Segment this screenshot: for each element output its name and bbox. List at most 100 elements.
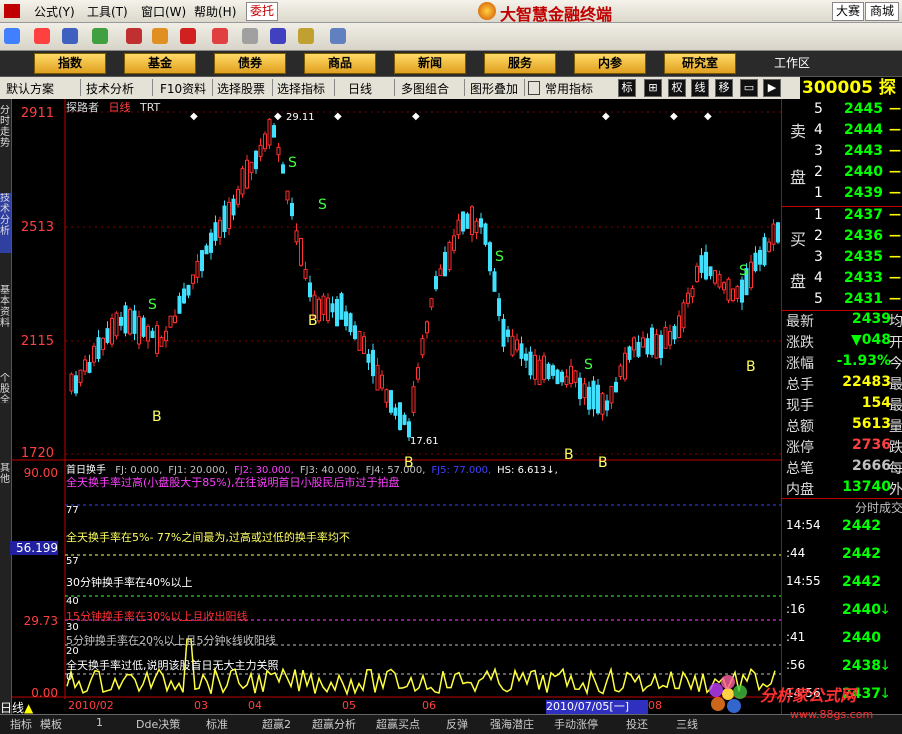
help-icon[interactable] bbox=[330, 28, 346, 44]
ind-axis-top: 90.00 bbox=[23, 466, 58, 480]
bid-row[interactable]: 3 2435 — bbox=[782, 249, 902, 270]
top-event-marker: ◆ bbox=[412, 111, 420, 122]
fb-multi-chart[interactable]: 多图组合 bbox=[401, 80, 449, 97]
bottom-tab[interactable]: 指标 bbox=[10, 716, 32, 732]
candle-body bbox=[308, 282, 312, 298]
ticks-header[interactable]: 分时成交 bbox=[782, 498, 902, 517]
quote-row: 总笔 2666 每 bbox=[786, 458, 902, 477]
candle-body bbox=[294, 230, 299, 243]
bottom-tab[interactable]: 1 bbox=[96, 716, 103, 729]
nav-commodity-button[interactable]: 商品 bbox=[304, 53, 376, 74]
fb-default-scheme[interactable]: 默认方案 bbox=[6, 80, 54, 97]
ltab-panorama[interactable]: 个股全景 bbox=[0, 373, 11, 403]
bottom-tab[interactable]: 投还 bbox=[626, 716, 648, 732]
bottom-tab[interactable]: 标准 bbox=[206, 716, 228, 732]
buy-signal-marker: B bbox=[152, 409, 162, 425]
candle-body bbox=[92, 345, 96, 363]
window-icon[interactable] bbox=[270, 28, 286, 44]
candle-body bbox=[623, 352, 627, 380]
binoculars-icon[interactable] bbox=[62, 28, 78, 44]
chart-icon[interactable] bbox=[34, 28, 50, 44]
ltab-other[interactable]: 其他 bbox=[0, 463, 11, 493]
bottom-tab[interactable]: 强海潜庄 bbox=[490, 716, 534, 732]
menu-formula[interactable]: 公式(Y) bbox=[34, 3, 75, 20]
candle-body bbox=[429, 298, 434, 308]
fb-overlay[interactable]: 图形叠加 bbox=[470, 80, 518, 97]
nav-news-button[interactable]: 新闻 bbox=[394, 53, 466, 74]
nav-fund-button[interactable]: 基金 bbox=[124, 53, 196, 74]
ob-level: 2 bbox=[814, 164, 823, 180]
bid-row[interactable]: 1 2437 — bbox=[782, 207, 902, 228]
ob-volume-bar: — bbox=[889, 249, 901, 263]
nav-insider-button[interactable]: 内参 bbox=[574, 53, 646, 74]
candle-body bbox=[492, 271, 497, 292]
bottom-tab[interactable]: 手动涨停 bbox=[554, 716, 598, 732]
move-icon[interactable]: 移 bbox=[715, 79, 733, 97]
candle-body bbox=[497, 298, 501, 317]
fb-tech-analysis[interactable]: 技术分析 bbox=[86, 80, 134, 97]
alert-icon[interactable] bbox=[126, 28, 142, 44]
tick-row: :44 2442 bbox=[786, 546, 881, 562]
tick-row: 14:55 2442 bbox=[786, 574, 881, 590]
menu-window[interactable]: 窗口(W) bbox=[141, 3, 186, 20]
pen-icon[interactable] bbox=[92, 28, 108, 44]
bottom-tab[interactable]: Dde决策 bbox=[136, 716, 180, 732]
news-icon[interactable] bbox=[180, 28, 196, 44]
ob-level: 3 bbox=[814, 249, 823, 265]
candle-body bbox=[186, 284, 191, 296]
bottom-tab[interactable]: 模板 bbox=[40, 716, 62, 732]
books-icon[interactable] bbox=[298, 28, 314, 44]
line-icon[interactable]: 线 bbox=[691, 79, 709, 97]
mark-icon[interactable]: 标 bbox=[618, 79, 636, 97]
window-toggle-icon[interactable]: ▭ bbox=[740, 79, 758, 97]
left-tab-strip: 分时走势 技术分析 基本资料 个股全景 其他 bbox=[0, 99, 12, 714]
price-axis-2: 2513 bbox=[20, 220, 54, 235]
nav-index-button[interactable]: 指数 bbox=[34, 53, 106, 74]
app-icon[interactable] bbox=[4, 4, 20, 18]
contest-button[interactable]: 大赛 bbox=[832, 2, 864, 21]
ask-row[interactable]: 3 2443 — bbox=[782, 143, 902, 164]
grid-icon[interactable]: ⊞ bbox=[644, 79, 662, 97]
mall-button[interactable]: 商城 bbox=[865, 2, 899, 21]
menu-help[interactable]: 帮助(H) bbox=[194, 3, 236, 20]
diamond-icon[interactable] bbox=[152, 28, 168, 44]
fb-daily[interactable]: 日线 bbox=[348, 80, 372, 97]
open-icon[interactable] bbox=[4, 28, 20, 44]
entrust-button[interactable]: 委托 bbox=[246, 2, 278, 21]
fb-common-indicator[interactable]: 常用指标 bbox=[545, 80, 593, 97]
candle-body bbox=[753, 252, 758, 272]
candle-body bbox=[123, 305, 128, 334]
bottom-tab[interactable]: 三线 bbox=[676, 716, 698, 732]
ob-level: 1 bbox=[814, 185, 823, 201]
candle-body bbox=[87, 362, 92, 373]
candle-body bbox=[83, 359, 87, 372]
candle-body bbox=[735, 285, 740, 299]
ask-row[interactable]: 1 2439 — bbox=[782, 185, 902, 206]
legend-period: 日线 bbox=[108, 101, 131, 114]
target-icon[interactable] bbox=[212, 28, 228, 44]
workspace-label[interactable]: 工作区 bbox=[774, 54, 810, 71]
bottom-tab[interactable]: 超赢买点 bbox=[376, 716, 420, 732]
menu-tools[interactable]: 工具(T) bbox=[87, 3, 128, 20]
bottom-tab[interactable]: 反弹 bbox=[446, 716, 468, 732]
candle-body bbox=[434, 276, 438, 290]
bid-row[interactable]: 5 2431 — bbox=[782, 291, 902, 312]
candle-body bbox=[762, 237, 767, 266]
candle-body bbox=[231, 198, 236, 216]
sell-label-top: 卖 bbox=[790, 122, 807, 141]
nav-research-button[interactable]: 研究室 bbox=[664, 53, 736, 74]
fb-select-stock[interactable]: 选择股票 bbox=[217, 80, 265, 97]
candle-body bbox=[708, 266, 713, 277]
print-icon[interactable] bbox=[242, 28, 258, 44]
lock-icon[interactable] bbox=[528, 81, 540, 95]
play-icon[interactable]: ▶ bbox=[763, 79, 781, 97]
nav-service-button[interactable]: 服务 bbox=[484, 53, 556, 74]
bottom-tab[interactable]: 超赢2 bbox=[262, 716, 291, 732]
sell-label-bottom: 盘 bbox=[790, 168, 807, 187]
fb-f10[interactable]: F10资料 bbox=[160, 80, 206, 97]
nav-bond-button[interactable]: 债券 bbox=[214, 53, 286, 74]
rights-icon[interactable]: 权 bbox=[668, 79, 686, 97]
candle-body bbox=[407, 421, 411, 438]
fb-select-indicator[interactable]: 选择指标 bbox=[277, 80, 325, 97]
bottom-tab[interactable]: 超赢分析 bbox=[312, 716, 356, 732]
